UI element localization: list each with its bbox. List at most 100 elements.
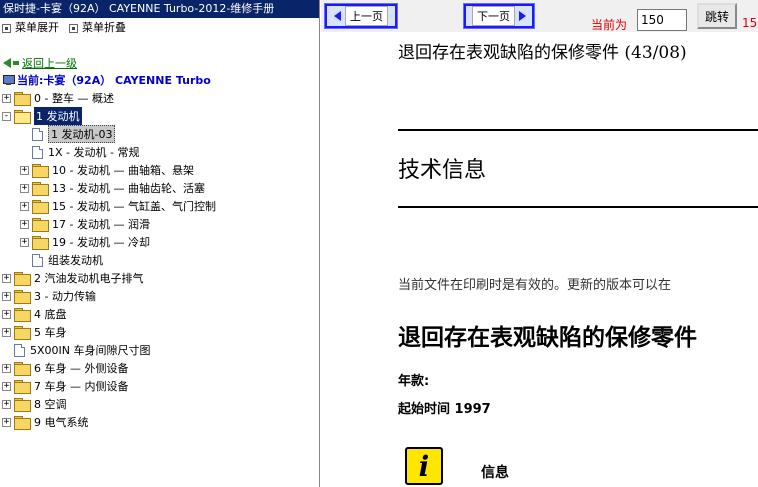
divider-top [398, 129, 758, 131]
back-link-row: 返回上一级 [0, 56, 319, 70]
tree-item-label: 5X00IN 车身间隙尺寸图 [30, 344, 151, 357]
collapse-node-icon[interactable]: - [2, 111, 11, 121]
folder-icon [32, 164, 49, 178]
arrow-right-icon [519, 11, 526, 21]
expand-node-icon[interactable]: + [20, 219, 29, 229]
back-link[interactable]: 返回上一级 [22, 55, 77, 71]
document-icon [32, 145, 43, 159]
tree-item-label: 组装发动机 [48, 254, 103, 267]
expand-node-icon[interactable]: + [2, 399, 11, 409]
tree-item[interactable]: +4 底盘 [0, 305, 319, 323]
folder-icon [14, 380, 31, 394]
tree-item[interactable]: +17 - 发动机 — 润滑 [0, 215, 319, 233]
back-arrow-icon [3, 58, 11, 68]
collapse-menu-button[interactable]: 菜单折叠 [69, 18, 126, 38]
next-page-button[interactable]: 下一页 [463, 3, 535, 29]
tree-item-label: 7 车身 — 内侧设备 [34, 380, 129, 393]
current-location-label: 当前:卡宴（92A） CAYENNE Turbo [17, 74, 211, 87]
document-panel: 上一页 下一页 当前为 跳转 150 退回存在表观缺陷的保修零件 (43/08)… [321, 0, 758, 487]
tree-item-label: 1 发动机-03 [48, 125, 116, 143]
info-label: 信息 [481, 465, 509, 481]
folder-icon [14, 326, 31, 340]
folder-icon [32, 236, 49, 250]
document-icon [14, 343, 25, 357]
tree-item[interactable]: +0 - 整车 — 概述 [0, 89, 319, 107]
divider-bottom [398, 206, 758, 208]
tree-item[interactable]: +5 车身 [0, 323, 319, 341]
current-page-label: 当前为 [591, 18, 628, 32]
tree-item[interactable]: 5X00IN 车身间隙尺寸图 [0, 341, 319, 359]
expand-node-icon[interactable]: + [2, 417, 11, 427]
expand-node-icon[interactable]: + [20, 183, 29, 193]
menu-bar: 菜单展开 菜单折叠 [0, 18, 319, 38]
document-header: 退回存在表观缺陷的保修零件 (43/08) [398, 43, 687, 63]
tree-item-label: 15 - 发动机 — 气缸盖、气门控制 [52, 200, 216, 213]
tree-item[interactable]: 1 发动机-03 [0, 125, 319, 143]
model-year-label: 年款: [398, 374, 430, 389]
expand-node-icon[interactable]: + [2, 381, 11, 391]
tree-item-label: 17 - 发动机 — 润滑 [52, 218, 150, 231]
tree-panel: 保时捷-卡宴（92A） CAYENNE Turbo-2012-维修手册 菜单展开… [0, 0, 320, 487]
folder-icon [32, 200, 49, 214]
tree-item[interactable]: +15 - 发动机 — 气缸盖、气门控制 [0, 197, 319, 215]
tree-item[interactable]: +13 - 发动机 — 曲轴齿轮、活塞 [0, 179, 319, 197]
tree-item[interactable]: +19 - 发动机 — 冷却 [0, 233, 319, 251]
expand-node-icon[interactable]: + [2, 327, 11, 337]
tree-item[interactable]: +7 车身 — 内侧设备 [0, 377, 319, 395]
folder-icon [32, 218, 49, 232]
folder-icon [14, 272, 31, 286]
tree-item[interactable]: +6 车身 — 外侧设备 [0, 359, 319, 377]
prev-page-button[interactable]: 上一页 [324, 3, 398, 29]
expand-node-icon[interactable]: + [2, 273, 11, 283]
tree-item[interactable]: +8 空调 [0, 395, 319, 413]
tree-item-label: 13 - 发动机 — 曲轴齿轮、活塞 [52, 182, 205, 195]
expand-node-icon[interactable]: + [2, 309, 11, 319]
expand-node-icon[interactable]: + [2, 363, 11, 373]
tree-item-label: 0 - 整车 — 概述 [34, 92, 114, 105]
document-heading: 退回存在表观缺陷的保修零件 [398, 325, 697, 351]
prev-page-label: 上一页 [345, 6, 388, 26]
expand-menu-label: 菜单展开 [15, 21, 59, 34]
expand-node-icon[interactable]: + [20, 165, 29, 175]
tree-item[interactable]: +9 电气系统 [0, 413, 319, 431]
info-icon: i [405, 447, 443, 485]
tree-item-label: 9 电气系统 [34, 416, 89, 429]
tree-item[interactable]: 组装发动机 [0, 251, 319, 269]
jump-button[interactable]: 跳转 [697, 3, 737, 29]
tree-item-label: 6 车身 — 外侧设备 [34, 362, 129, 375]
expand-node-icon[interactable]: + [2, 291, 11, 301]
page-number-input[interactable] [637, 9, 687, 31]
tree-item[interactable]: - 1 发动机 [0, 107, 319, 125]
folder-open-icon [14, 110, 31, 124]
tree-item-label: 4 底盘 [34, 308, 67, 321]
expand-node-icon[interactable]: + [20, 237, 29, 247]
folder-icon [14, 92, 31, 106]
tree-item[interactable]: +10 - 发动机 — 曲轴箱、悬架 [0, 161, 319, 179]
next-page-label: 下一页 [472, 6, 515, 26]
validity-note: 当前文件在印刷时是有效的。更新的版本可以在 [398, 278, 672, 293]
computer-icon [3, 74, 15, 86]
page-toolbar: 上一页 下一页 当前为 跳转 150 [321, 0, 758, 32]
start-time: 起始时间 1997 [398, 402, 491, 417]
tree-item-label: 1X - 发动机 - 常规 [48, 146, 140, 159]
folder-icon [14, 290, 31, 304]
tree-item-label: 3 - 动力传输 [34, 290, 96, 303]
expand-node-icon[interactable]: + [2, 93, 11, 103]
tree-item-label: 19 - 发动机 — 冷却 [52, 236, 150, 249]
collapse-icon [69, 23, 78, 33]
document-icon [32, 253, 43, 267]
folder-icon [14, 308, 31, 322]
tree-item-label: 5 车身 [34, 326, 67, 339]
window-title: 保时捷-卡宴（92A） CAYENNE Turbo-2012-维修手册 [0, 0, 319, 18]
expand-menu-button[interactable]: 菜单展开 [2, 18, 59, 38]
tree-item[interactable]: +2 汽油发动机电子排气 [0, 269, 319, 287]
expand-icon [2, 23, 11, 33]
collapse-menu-label: 菜单折叠 [82, 21, 126, 34]
arrow-left-icon [334, 11, 341, 21]
tree-item[interactable]: +3 - 动力传输 [0, 287, 319, 305]
tree-item-label: 1 发动机 [34, 107, 82, 125]
expand-node-icon[interactable]: + [20, 201, 29, 211]
total-pages: 150 [742, 16, 758, 30]
folder-icon [14, 362, 31, 376]
tree-item[interactable]: 1X - 发动机 - 常规 [0, 143, 319, 161]
